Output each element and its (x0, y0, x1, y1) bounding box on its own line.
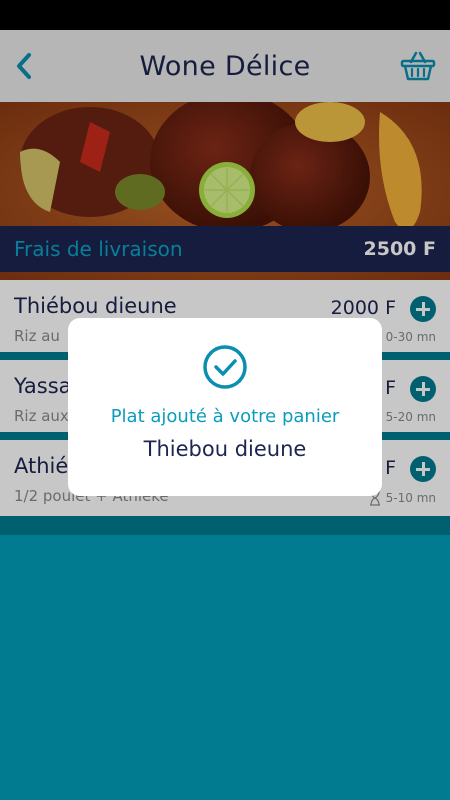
status-bar (0, 0, 450, 30)
confirmation-message: Plat ajouté à votre panier (110, 406, 340, 427)
added-item-name: Thiebou dieune (143, 437, 307, 461)
check-circle-icon (203, 345, 247, 389)
confirmation-modal: Plat ajouté à votre panier Thiebou dieun… (68, 318, 382, 496)
